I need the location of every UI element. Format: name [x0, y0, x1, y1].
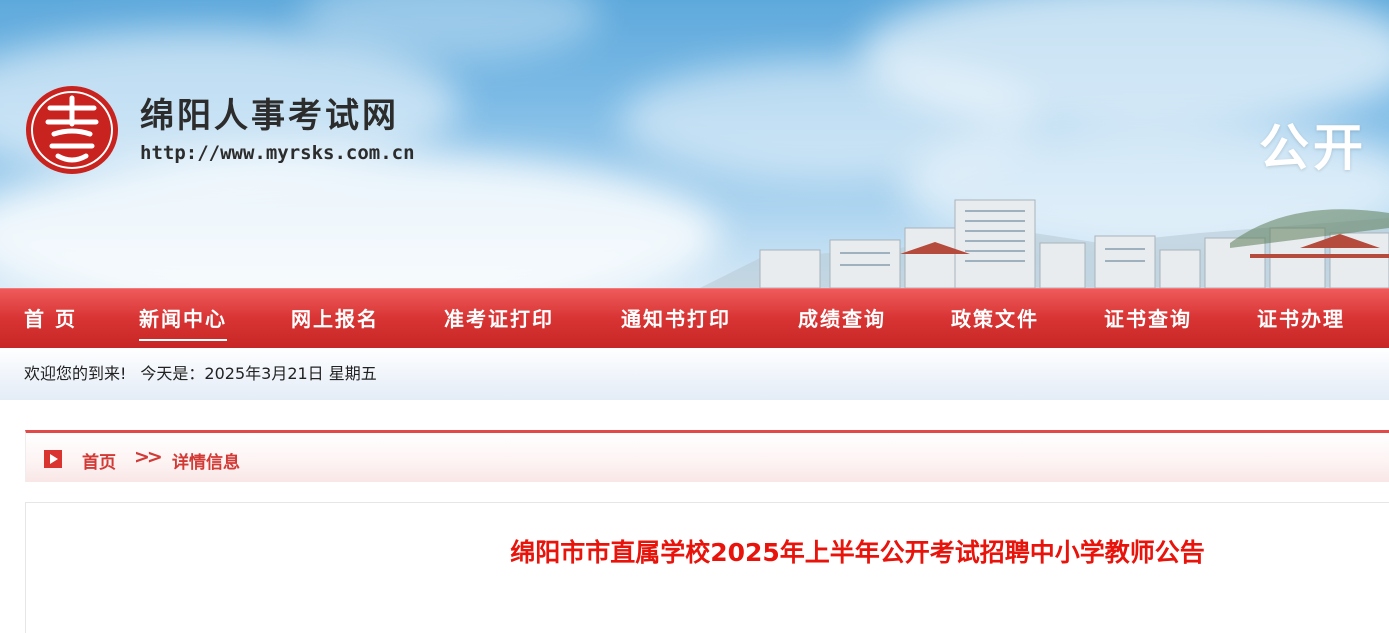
nav-item-notice-print[interactable]: 通知书打印 [621, 289, 731, 349]
play-arrow-icon [44, 450, 62, 468]
nav-item-home[interactable]: 首 页 [24, 289, 77, 349]
current-date: 今天是：2025年3月21日 星期五 [140, 364, 377, 383]
breadcrumb-current: 详情信息 [172, 453, 240, 473]
welcome-greeting: 欢迎您的到来! [24, 364, 127, 383]
nav-item-admission-ticket[interactable]: 准考证打印 [444, 289, 554, 349]
welcome-bar: 欢迎您的到来! 今天是：2025年3月21日 星期五 [0, 348, 1389, 400]
breadcrumb: 首页 >> 详情信息 [25, 430, 1389, 482]
main-nav: 首 页 新闻中心 网上报名 准考证打印 通知书打印 成绩查询 政策文件 证书查询… [0, 288, 1389, 348]
header-banner: 绵阳人事考试网 http://www.myrsks.com.cn 公开 [0, 0, 1389, 288]
nav-item-certificate-query[interactable]: 证书查询 [1104, 289, 1192, 349]
nav-item-certificate-handling[interactable]: 证书办理 [1257, 289, 1345, 349]
article-content: 绵阳市市直属学校2025年上半年公开考试招聘中小学教师公告 [25, 502, 1389, 633]
breadcrumb-separator: >> [134, 446, 163, 468]
article-title: 绵阳市市直属学校2025年上半年公开考试招聘中小学教师公告 [510, 538, 1205, 567]
city-skyline-image [700, 199, 1389, 288]
nav-item-registration[interactable]: 网上报名 [291, 289, 379, 349]
nav-item-policy[interactable]: 政策文件 [951, 289, 1039, 349]
seal-logo-icon [26, 86, 118, 174]
nav-item-news[interactable]: 新闻中心 [139, 289, 227, 349]
site-title: 绵阳人事考试网 [140, 96, 399, 136]
site-url: http://www.myrsks.com.cn [140, 142, 415, 164]
nav-item-score-query[interactable]: 成绩查询 [798, 289, 886, 349]
breadcrumb-home-link[interactable]: 首页 [82, 448, 116, 473]
banner-slogan: 公开 [1259, 119, 1367, 177]
